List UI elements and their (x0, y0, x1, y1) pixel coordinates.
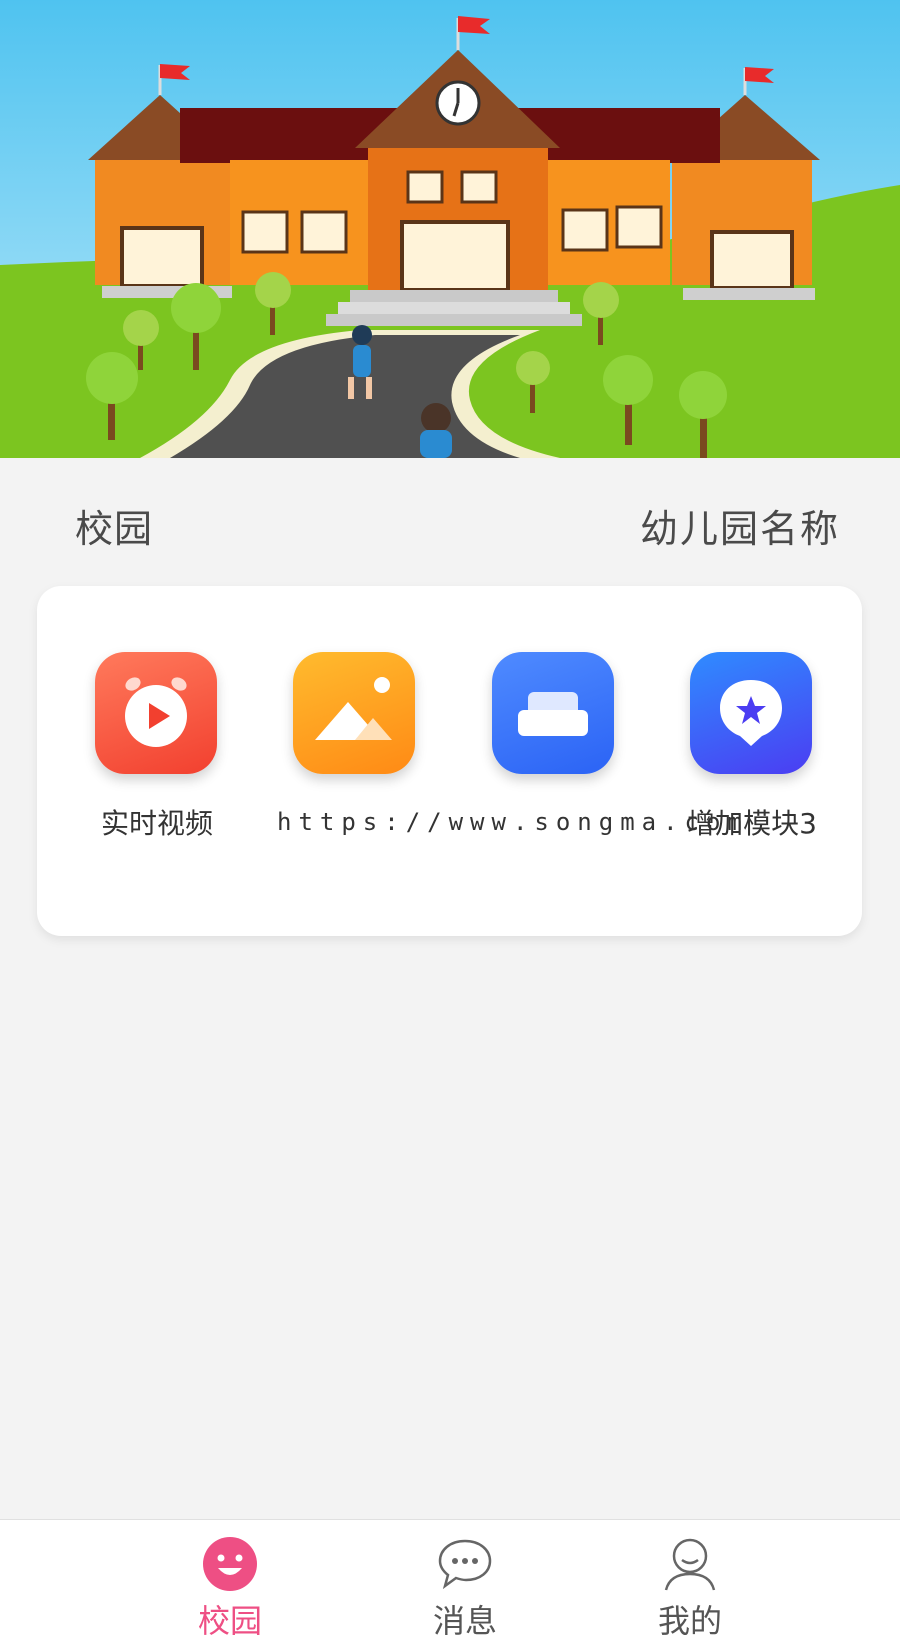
page-title: 校园 (75, 507, 154, 551)
tab-messages[interactable]: 消息 (403, 1534, 523, 1640)
smile-face-icon (200, 1534, 260, 1594)
tab-profile[interactable]: 我的 (628, 1534, 748, 1640)
tab-campus[interactable]: 校园 (168, 1534, 288, 1640)
sofa-icon (492, 652, 614, 774)
tab-label: 我的 (657, 1602, 722, 1640)
module-label: 实时视频 (100, 807, 213, 840)
photo-album-icon (293, 652, 415, 774)
bottom-tab-bar: 校园 消息 我的 (0, 1519, 900, 1642)
school-banner (0, 0, 900, 458)
module-card: 实时视频 增加模块3 https://www.songma.com (37, 586, 862, 936)
chat-bubble-icon (435, 1534, 495, 1594)
module-live-video[interactable]: 实时视频 (57, 652, 247, 842)
kindergarten-name: 幼儿园名称 (639, 507, 840, 551)
tab-label: 消息 (432, 1602, 497, 1640)
star-badge-icon (690, 652, 812, 774)
watermark-text: https://www.songma.com (277, 808, 749, 836)
user-profile-icon (660, 1534, 720, 1594)
header-row: 校园 幼儿园名称 (0, 458, 900, 586)
tab-label: 校园 (197, 1602, 262, 1640)
video-play-icon (95, 652, 217, 774)
